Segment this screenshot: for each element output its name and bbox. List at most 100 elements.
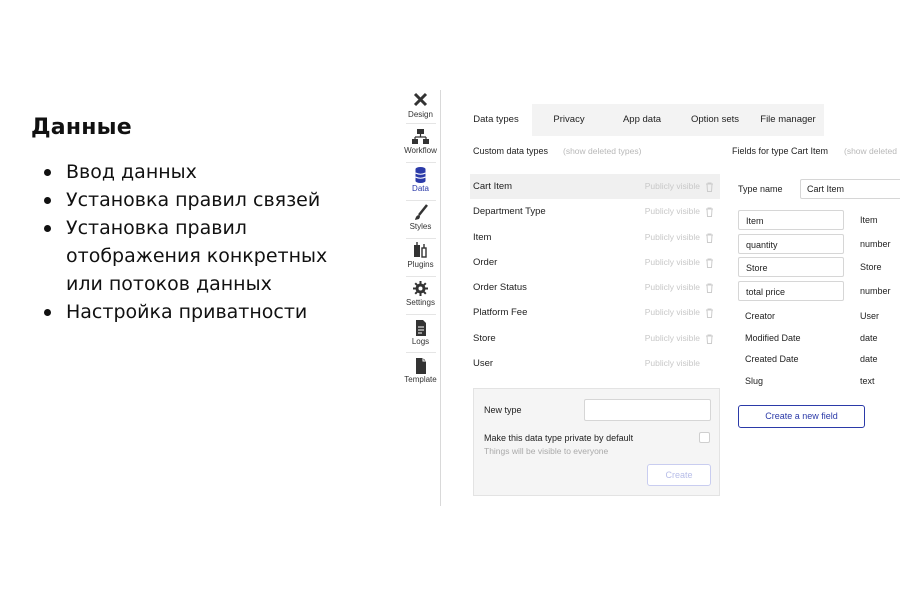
fields-header: Fields for type Cart Item — [732, 146, 829, 156]
list-item[interactable]: Order Publicly visible — [470, 250, 720, 275]
field-row: Store Store — [738, 257, 900, 281]
sidebar-item-label: Data — [412, 184, 429, 193]
sidebar-item-logs[interactable]: Logs — [400, 319, 441, 355]
field-name-input[interactable]: Item — [738, 210, 844, 230]
design-icon — [413, 92, 428, 107]
database-icon — [415, 167, 426, 183]
field-type[interactable]: Item — [860, 210, 878, 230]
visibility-label: Publicly visible — [644, 358, 700, 369]
tab-option-sets[interactable]: Option sets — [678, 104, 752, 136]
visibility-label: Publicly visible — [644, 206, 700, 217]
custom-types-list: Cart Item Publicly visible Department Typ… — [470, 174, 720, 376]
workflow-icon — [412, 129, 429, 144]
trash-icon[interactable] — [705, 258, 714, 268]
bullet-item: Ввод данных — [44, 158, 344, 186]
trash-icon[interactable] — [705, 283, 714, 294]
field-name-input[interactable]: total price — [738, 280, 844, 301]
list-item[interactable]: Store Publicly visible — [470, 326, 720, 351]
visibility-label: Publicly visible — [644, 181, 700, 191]
visibility-label: Publicly visible — [644, 332, 700, 343]
show-deleted-types-link[interactable]: (show deleted types) — [563, 146, 641, 156]
document-icon — [416, 320, 426, 336]
trash-icon[interactable] — [705, 308, 714, 319]
field-name-input[interactable]: Store — [738, 257, 844, 277]
type-name: Department Type — [473, 206, 546, 218]
type-name: Order — [473, 256, 498, 268]
trash-icon[interactable] — [705, 334, 714, 344]
bullet-item: Настройка приватности — [44, 298, 344, 326]
bullet-item: Установка правил отображения конкретных … — [44, 214, 344, 298]
trash-icon[interactable] — [705, 233, 714, 243]
list-item[interactable]: Item Publicly visible — [470, 225, 720, 250]
bullet-item: Установка правил связей — [44, 186, 344, 214]
list-item[interactable]: Platform Fee Publicly visible — [470, 300, 720, 325]
create-new-field-button[interactable]: Create a new field — [738, 405, 865, 428]
field-row: Modified Date date — [738, 328, 900, 350]
sidebar-item-plugins[interactable]: Plugins — [400, 242, 441, 278]
type-name-input[interactable]: Cart Item — [800, 179, 900, 199]
field-row: Creator User — [738, 306, 900, 328]
list-item[interactable]: Cart Item Publicly visible — [470, 174, 720, 200]
type-name: Order Status — [473, 282, 527, 294]
new-type-input[interactable] — [584, 399, 711, 421]
sidebar-item-styles[interactable]: Styles — [400, 204, 441, 240]
sidebar-item-template[interactable]: Template — [400, 357, 441, 393]
sidebar-item-settings[interactable]: Settings — [400, 280, 441, 316]
sidebar-divider — [406, 352, 436, 353]
visibility-label: Publicly visible — [644, 256, 700, 267]
bullet-list: Ввод данных Установка правил связей Уста… — [44, 158, 344, 326]
field-type[interactable]: number — [860, 234, 891, 254]
sidebar-item-label: Plugins — [407, 260, 434, 269]
sidebar-item-data[interactable]: Data — [400, 166, 441, 202]
field-name: Modified Date — [745, 332, 801, 343]
custom-fields-list: Item Item quantity number Store Store to… — [738, 210, 900, 304]
list-item[interactable]: Department Type Publicly visible — [470, 199, 720, 224]
tab-data-types[interactable]: Data types — [460, 104, 532, 136]
tab-privacy[interactable]: Privacy — [532, 104, 606, 136]
sidebar-item-label: Settings — [406, 298, 435, 307]
sidebar-item-label: Workflow — [404, 146, 437, 155]
field-type[interactable]: Store — [860, 257, 882, 277]
type-name: Store — [473, 332, 496, 344]
field-name: Created Date — [745, 354, 799, 365]
sidebar-item-label: Design — [408, 110, 433, 119]
trash-icon[interactable] — [705, 182, 714, 192]
show-deleted-fields-link[interactable]: (show deleted — [844, 146, 897, 156]
type-name: Item — [473, 231, 492, 243]
custom-types-header: Custom data types — [473, 146, 549, 156]
sidebar-item-label: Template — [404, 375, 437, 384]
visibility-label: Publicly visible — [644, 307, 700, 318]
field-row: total price number — [738, 280, 900, 305]
create-button[interactable]: Create — [647, 464, 711, 486]
tab-bar: Data types Privacy App data Option sets … — [460, 104, 824, 136]
tab-file-manager[interactable]: File manager — [752, 104, 824, 136]
sidebar-divider — [406, 238, 436, 239]
visibility-hint: Things will be visible to everyone — [484, 446, 609, 456]
slide-title: Данные — [31, 115, 132, 140]
field-name-input[interactable]: quantity — [738, 233, 844, 254]
sidebar-divider — [406, 123, 436, 124]
sidebar-item-workflow[interactable]: Workflow — [400, 128, 441, 164]
field-type: text — [860, 375, 875, 386]
field-row: quantity number — [738, 233, 900, 258]
field-type[interactable]: number — [860, 281, 891, 301]
field-type: User — [860, 311, 880, 321]
field-row: Created Date date — [738, 349, 900, 371]
new-type-label: New type — [484, 405, 522, 415]
sidebar-item-label: Logs — [411, 337, 430, 346]
type-name: User — [473, 358, 494, 370]
list-item[interactable]: User Publicly visible — [470, 351, 720, 376]
plug-icon — [414, 242, 427, 258]
trash-icon[interactable] — [705, 207, 714, 218]
field-type: date — [860, 354, 878, 365]
tab-app-data[interactable]: App data — [606, 104, 678, 136]
builtin-fields-list: Creator User Modified Date date Created … — [738, 306, 900, 392]
field-name: Slug — [745, 375, 764, 386]
sidebar-divider — [406, 276, 436, 277]
editor-sidebar: Design Workflow Data Styles Plugins Sett… — [400, 90, 441, 506]
list-item[interactable]: Order Status Publicly visible — [470, 275, 720, 300]
sidebar-divider — [406, 162, 436, 163]
editor-screenshot: Design Workflow Data Styles Plugins Sett… — [400, 90, 900, 510]
new-type-form: New type Make this data type private by … — [473, 388, 720, 496]
private-by-default-checkbox[interactable] — [699, 432, 710, 443]
